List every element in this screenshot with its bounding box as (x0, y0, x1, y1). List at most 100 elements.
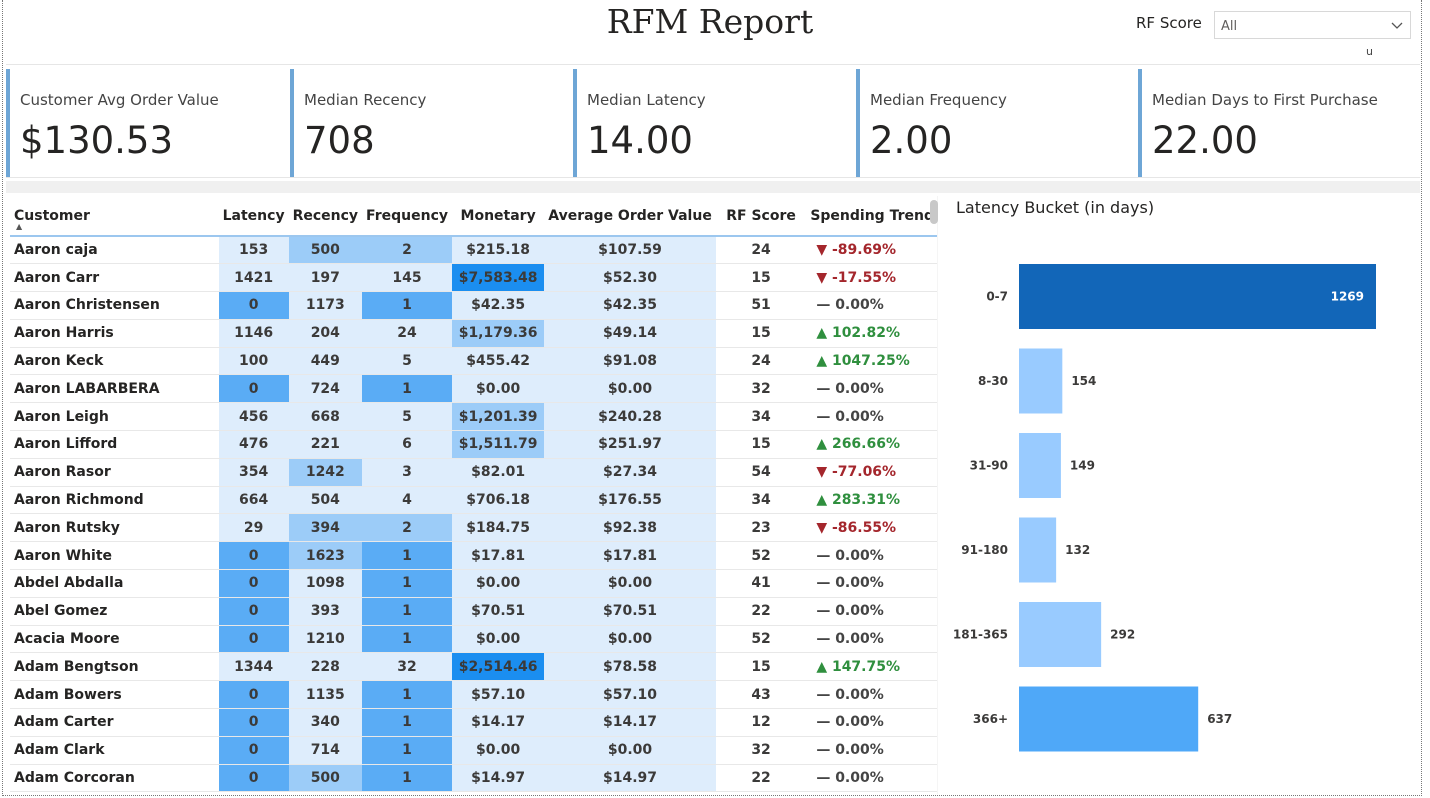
cell-frequency: 5 (362, 347, 452, 376)
table-row[interactable]: Aaron Carr 1421 197 145 $7,583.48 $52.30 15 ▼ -… (10, 263, 938, 293)
cell-recency: 668 (288, 402, 363, 432)
bar-8-30[interactable] (1019, 348, 1063, 414)
trend-up-icon: ▲ (816, 492, 832, 509)
cell-customer: Adam Corcoran (10, 764, 219, 793)
column-header-frequency[interactable]: Frequency (362, 196, 452, 237)
data-label: 149 (1070, 459, 1095, 473)
bar-366+[interactable] (1019, 686, 1199, 752)
column-header-spending-trend[interactable]: Spending Trend (806, 196, 938, 237)
column-header-customer[interactable]: Customer ▲ (10, 196, 219, 237)
cell-frequency: 4 (362, 486, 452, 515)
table-row[interactable]: Adam Clark 0 714 1 $0.00 $0.00 32— 0.00% (10, 736, 938, 765)
cell-customer: Aaron Harris (10, 319, 219, 348)
rf-score-slicer-value: All (1221, 19, 1238, 34)
card-value: 2.00 (870, 119, 953, 162)
latency-bucket-chart[interactable]: Latency Bucket (in days) 0-7 1269 8-30 154 3… (950, 196, 1418, 794)
table-row[interactable]: Aaron Keck 100 449 5 $455.42 $91.08 24 ▲ 1047.2… (10, 347, 938, 376)
trend-value: 0.00% (835, 380, 884, 397)
bar-181-365[interactable] (1019, 602, 1102, 667)
table-row[interactable]: Abel Gomez 0 393 1 $70.51 $70.51 22— 0.00% (10, 597, 938, 626)
card-median-latency[interactable]: Median Latency 14.00 (573, 69, 851, 177)
cell-customer: Aaron Leigh (10, 402, 219, 432)
table-row[interactable]: Aaron Richmond 664 504 4 $706.18 $176.55 34 ▲ 2… (10, 486, 938, 515)
cell-latency: 1421 (218, 263, 289, 293)
rf-score-slicer-label: RF Score (1136, 14, 1202, 32)
cell-rf-score: 22 (715, 764, 807, 793)
cell-frequency: 6 (362, 430, 452, 459)
cell-average-order-value: $92.38 (544, 513, 716, 543)
column-header-average-order-value[interactable]: Average Order Value (544, 196, 716, 237)
card-median-recency[interactable]: Median Recency 708 (290, 69, 568, 177)
table-row[interactable]: Adam Bengtson 1344 228 32 $2,514.46 $78.58 15 ▲… (10, 652, 938, 682)
trend-up-icon: ▲ (816, 658, 832, 675)
cell-customer: Adam Carter (10, 708, 219, 737)
cell-spending-trend: ▼ -17.55% (806, 263, 938, 293)
cell-rf-score: 54 (715, 458, 807, 487)
customer-rfm-table[interactable]: Customer ▲ Latency Recency Frequency Mone… (8, 196, 938, 794)
cell-monetary: $0.00 (452, 736, 545, 765)
table-row[interactable]: Aaron Lifford 476 221 6 $1,511.79 $251.97 15 ▲ … (10, 430, 938, 459)
cell-rf-score: 23 (715, 513, 807, 543)
table-row[interactable]: Adam Carter 0 340 1 $14.17 $14.17 12— 0.00% (10, 708, 938, 737)
cell-frequency: 1 (362, 291, 452, 320)
cell-rf-score: 41 (715, 569, 807, 598)
cell-customer: Abel Gomez (10, 597, 219, 626)
card-median-frequency[interactable]: Median Frequency 2.00 (856, 69, 1134, 177)
column-header-recency[interactable]: Recency (288, 196, 363, 237)
cell-latency: 0 (218, 541, 289, 571)
cell-rf-score: 52 (715, 625, 807, 654)
cell-recency: 394 (288, 513, 363, 543)
trend-flat-icon: — (816, 408, 836, 425)
table-row[interactable]: Aaron caja 153 500 2 $215.18 $107.59 24 ▼ -89.6… (10, 236, 938, 265)
cell-monetary: $184.75 (452, 513, 545, 543)
table-scrollbar-thumb[interactable] (930, 200, 938, 224)
cell-customer: Abdel Abdalla (10, 569, 219, 598)
cell-latency: 664 (218, 486, 289, 515)
trend-value: 283.31% (831, 492, 901, 509)
table-row[interactable]: Adam Bowers 0 1135 1 $57.10 $57.10 43— 0.00% (10, 680, 938, 710)
table-row[interactable]: Aaron Leigh 456 668 5 $1,201.39 $240.28 34— 0.… (10, 402, 938, 432)
cell-monetary: $14.97 (452, 764, 545, 793)
cell-rf-score: 34 (715, 486, 807, 515)
sort-ascending-icon[interactable]: ▲ (16, 222, 22, 231)
table-row[interactable]: Aaron White 0 1623 1 $17.81 $17.81 52— 0.00% (10, 541, 938, 571)
cell-frequency: 5 (362, 402, 452, 432)
cell-latency: 0 (218, 569, 289, 598)
table-row[interactable]: Acacia Moore 0 1210 1 $0.00 $0.00 52— 0.00% (10, 625, 938, 654)
rf-score-slicer-dropdown[interactable]: All (1214, 11, 1411, 39)
trend-flat-icon: — (816, 770, 836, 787)
cell-customer: Aaron Lifford (10, 430, 219, 459)
cell-latency: 354 (218, 458, 289, 487)
table-scrollbar[interactable] (930, 200, 938, 790)
cell-latency: 0 (218, 708, 289, 737)
column-header-rf-score[interactable]: RF Score (715, 196, 807, 237)
table-row[interactable]: Aaron Harris 1146 204 24 $1,179.36 $49.14 15 ▲ … (10, 319, 938, 348)
card-customer-avg-order-value[interactable]: Customer Avg Order Value $130.53 (6, 69, 284, 177)
cell-frequency: 145 (362, 263, 452, 293)
bar-0-7[interactable] (1019, 264, 1376, 329)
table-row[interactable]: Abdel Abdalla 0 1098 1 $0.00 $0.00 41— 0.00% (10, 569, 938, 598)
table-row[interactable]: Aaron Christensen 0 1173 1 $42.35 $42.35 51— 0… (10, 291, 938, 320)
cell-customer: Acacia Moore (10, 625, 219, 654)
trend-up-icon: ▲ (816, 353, 832, 370)
cell-rf-score: 12 (715, 708, 807, 737)
trend-value: -17.55% (831, 269, 897, 286)
table-row[interactable]: Aaron Rasor 354 1242 3 $82.01 $27.34 54 ▼ -77.0… (10, 458, 938, 487)
cell-frequency: 1 (362, 708, 452, 737)
table-row[interactable]: Aaron LABARBERA 0 724 1 $0.00 $0.00 32— 0.00% (10, 374, 938, 404)
data-label: 292 (1110, 628, 1135, 642)
trend-value: 1047.25% (831, 353, 910, 370)
cell-latency: 0 (218, 625, 289, 654)
bar-31-90[interactable] (1019, 433, 1061, 498)
bar-91-180[interactable] (1019, 517, 1057, 583)
cell-rf-score: 15 (715, 263, 807, 293)
card-label: Median Days to First Purchase (1152, 91, 1378, 109)
table-row[interactable]: Adam Corcoran 0 500 1 $14.97 $14.97 22— 0.00% (10, 764, 938, 793)
trend-down-icon: ▼ (816, 242, 832, 259)
cell-spending-trend: — 0.00% (806, 569, 938, 598)
column-header-latency[interactable]: Latency (218, 196, 289, 237)
table-row[interactable]: Aaron Rutsky 29 394 2 $184.75 $92.38 23 ▼ -86.5… (10, 513, 938, 543)
cell-monetary: $82.01 (452, 458, 545, 487)
card-median-days-to-first-purchase[interactable]: Median Days to First Purchase 22.00 (1138, 69, 1416, 177)
column-header-monetary[interactable]: Monetary (452, 196, 545, 237)
